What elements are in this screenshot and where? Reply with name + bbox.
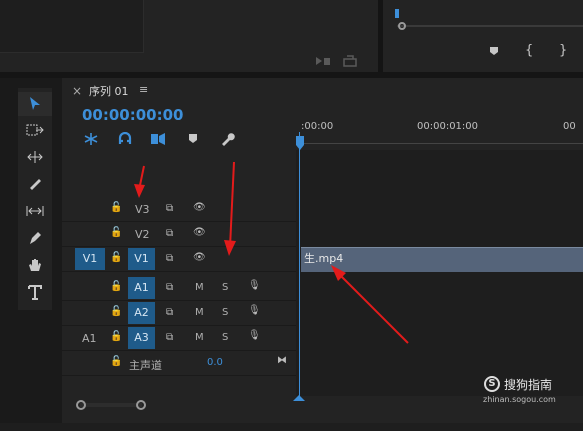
watermark: S 搜狗指南 zhinan.sogou.com xyxy=(480,374,580,408)
sogou-logo-icon: S xyxy=(484,376,500,392)
watermark-brand: 搜狗指南 xyxy=(504,378,553,392)
watermark-url: zhinan.sogou.com xyxy=(483,395,556,404)
annotation-arrows xyxy=(134,161,409,344)
